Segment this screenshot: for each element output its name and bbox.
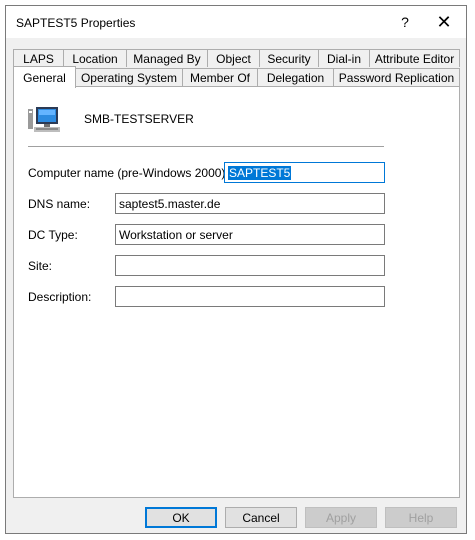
tab-laps[interactable]: LAPS: [13, 49, 64, 67]
title-bar[interactable]: SAPTEST5 Properties ? ✕: [6, 6, 466, 38]
dc-type-label: DC Type:: [28, 228, 78, 242]
tab-operating-system[interactable]: Operating System: [75, 68, 183, 86]
properties-dialog: SAPTEST5 Properties ? ✕ LAPS Location Ma…: [5, 5, 467, 534]
tab-delegation[interactable]: Delegation: [257, 68, 334, 86]
site-field[interactable]: [115, 255, 385, 276]
tab-password-replication[interactable]: Password Replication: [333, 68, 460, 86]
server-name: SMB-TESTSERVER: [84, 112, 194, 126]
computer-name-value: SAPTEST5: [228, 166, 292, 180]
computer-name-field[interactable]: SAPTEST5: [224, 162, 385, 183]
ok-button[interactable]: OK: [145, 507, 217, 528]
tab-managed-by[interactable]: Managed By: [126, 49, 208, 67]
description-label: Description:: [28, 290, 92, 304]
tab-general[interactable]: General: [13, 66, 76, 88]
close-button[interactable]: ✕: [426, 6, 462, 38]
help-button[interactable]: Help: [385, 507, 457, 528]
apply-button[interactable]: Apply: [305, 507, 377, 528]
tab-security[interactable]: Security: [259, 49, 319, 67]
computer-icon: [28, 107, 60, 132]
cancel-button[interactable]: Cancel: [225, 507, 297, 528]
dns-name-label: DNS name:: [28, 197, 91, 211]
tab-dial-in[interactable]: Dial-in: [318, 49, 370, 67]
dns-name-field[interactable]: saptest5.master.de: [115, 193, 385, 214]
tab-location[interactable]: Location: [63, 49, 127, 67]
tab-row-2: General Operating System Member Of Deleg…: [6, 66, 468, 88]
general-tab-panel: SMB-TESTSERVER Computer name (pre-Window…: [13, 86, 460, 498]
computer-name-label: Computer name (pre-Windows 2000):: [28, 166, 229, 180]
window-title: SAPTEST5 Properties: [16, 16, 136, 30]
dc-type-field[interactable]: Workstation or server: [115, 224, 385, 245]
help-title-button[interactable]: ?: [387, 6, 423, 38]
tab-attribute-editor[interactable]: Attribute Editor: [369, 49, 460, 67]
tab-member-of[interactable]: Member Of: [182, 68, 258, 86]
tab-object[interactable]: Object: [207, 49, 260, 67]
divider: [28, 146, 384, 147]
description-field[interactable]: [115, 286, 385, 307]
site-label: Site:: [28, 259, 53, 273]
